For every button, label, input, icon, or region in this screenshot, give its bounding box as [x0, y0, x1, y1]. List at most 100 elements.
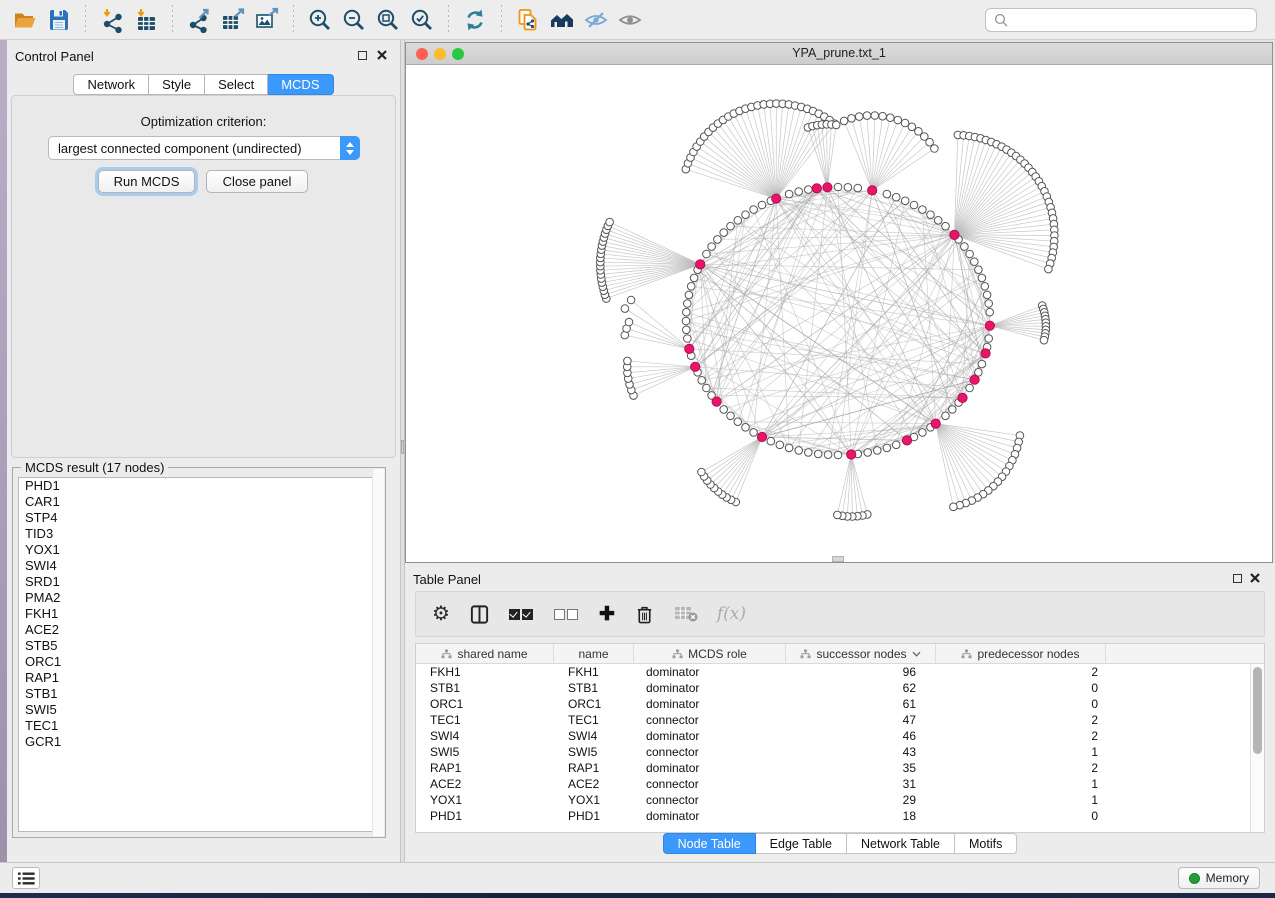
function-builder-button[interactable]: f(x): [717, 601, 746, 627]
column-header-name[interactable]: name: [554, 644, 634, 663]
mcds-list-item[interactable]: TID3: [19, 526, 379, 542]
mcds-list-item[interactable]: SRD1: [19, 574, 379, 590]
memory-button[interactable]: Memory: [1178, 867, 1260, 889]
network-titlebar[interactable]: YPA_prune.txt_1: [406, 43, 1272, 65]
criterion-select[interactable]: largest connected component (undirected): [48, 136, 360, 160]
mcds-list-item[interactable]: YOX1: [19, 542, 379, 558]
show-columns-button[interactable]: [469, 601, 490, 627]
table-row[interactable]: SWI5SWI5connector431: [416, 744, 1264, 760]
mcds-list-item[interactable]: ACE2: [19, 622, 379, 638]
table-row[interactable]: STB1STB1dominator620: [416, 680, 1264, 696]
tab-style[interactable]: Style: [149, 74, 205, 95]
column-header-successor-nodes[interactable]: successor nodes: [786, 644, 936, 663]
table-cell: RAP1: [554, 760, 634, 776]
select-all-button[interactable]: [509, 601, 535, 627]
select-stepper-icon: [340, 136, 360, 160]
column-header-shared-name[interactable]: shared name: [416, 644, 554, 663]
close-panel-icon[interactable]: [1249, 572, 1261, 584]
table-cell: dominator: [634, 808, 786, 824]
task-history-button[interactable]: [12, 867, 40, 889]
table-row[interactable]: RAP1RAP1dominator352: [416, 760, 1264, 776]
zoom-in-button[interactable]: [303, 4, 337, 36]
mcds-list-item[interactable]: PHD1: [19, 478, 379, 494]
network-canvas[interactable]: [406, 65, 1272, 562]
show-all-button[interactable]: [613, 4, 647, 36]
search-input[interactable]: [1014, 12, 1248, 28]
float-panel-icon[interactable]: [1233, 574, 1242, 583]
splitter-grip[interactable]: [401, 440, 404, 454]
mcds-list-item[interactable]: TEC1: [19, 718, 379, 734]
deselect-all-button[interactable]: [554, 601, 580, 627]
result-scrollbar[interactable]: [372, 469, 384, 836]
mcds-list-item[interactable]: STB5: [19, 638, 379, 654]
save-session-button[interactable]: [42, 4, 76, 36]
tab-edge-table[interactable]: Edge Table: [756, 833, 847, 854]
mcds-result-title: MCDS result (17 nodes): [21, 460, 168, 475]
column-settings-button[interactable]: ⚙: [432, 601, 450, 627]
mcds-result-list[interactable]: PHD1CAR1STP4TID3YOX1SWI4SRD1PMA2FKH1ACE2…: [18, 477, 380, 832]
table-cell: 0: [936, 680, 1106, 696]
float-panel-icon[interactable]: [358, 51, 367, 60]
table-cell: dominator: [634, 728, 786, 744]
import-table-button[interactable]: [129, 4, 163, 36]
hide-selected-button[interactable]: [579, 4, 613, 36]
table-scrollbar[interactable]: [1250, 664, 1264, 832]
mcds-list-item[interactable]: SWI5: [19, 702, 379, 718]
houses-icon: [549, 7, 575, 33]
horizontal-splitter-grip[interactable]: [832, 556, 844, 562]
mcds-list-item[interactable]: SWI4: [19, 558, 379, 574]
mcds-list-item[interactable]: STB1: [19, 686, 379, 702]
search-box[interactable]: [985, 8, 1257, 32]
column-header-predecessor-nodes[interactable]: predecessor nodes: [936, 644, 1106, 663]
zoom-selected-button[interactable]: [405, 4, 439, 36]
table-cell: STB1: [416, 680, 554, 696]
first-neighbors-button[interactable]: [545, 4, 579, 36]
table-cell: SWI5: [554, 744, 634, 760]
table-cell: 29: [786, 792, 936, 808]
run-mcds-button[interactable]: Run MCDS: [98, 170, 195, 193]
column-header-MCDS-role[interactable]: MCDS role: [634, 644, 786, 663]
zoom-fit-button[interactable]: [371, 4, 405, 36]
tab-network-table[interactable]: Network Table: [847, 833, 955, 854]
tab-select[interactable]: Select: [205, 74, 268, 95]
shared-column-icon: [441, 649, 452, 659]
mcds-list-item[interactable]: PMA2: [19, 590, 379, 606]
table-cell: connector: [634, 776, 786, 792]
refresh-layout-button[interactable]: [458, 4, 492, 36]
zoom-out-button[interactable]: [337, 4, 371, 36]
table-row[interactable]: ORC1ORC1dominator610: [416, 696, 1264, 712]
export-network-button[interactable]: [182, 4, 216, 36]
column-label: MCDS role: [688, 647, 747, 661]
import-network-button[interactable]: [95, 4, 129, 36]
export-table-button[interactable]: [216, 4, 250, 36]
mcds-list-item[interactable]: FKH1: [19, 606, 379, 622]
table-row[interactable]: PHD1PHD1dominator180: [416, 808, 1264, 824]
table-row[interactable]: TEC1TEC1connector472: [416, 712, 1264, 728]
mcds-list-item[interactable]: ORC1: [19, 654, 379, 670]
table-row[interactable]: ACE2ACE2connector311: [416, 776, 1264, 792]
table-row[interactable]: FKH1FKH1dominator962: [416, 664, 1264, 680]
delete-column-button[interactable]: [634, 601, 655, 627]
tab-mcds[interactable]: MCDS: [268, 74, 333, 95]
sort-chevron-icon[interactable]: [912, 651, 921, 657]
close-panel-icon[interactable]: [376, 49, 388, 61]
table-row[interactable]: SWI4SWI4dominator462: [416, 728, 1264, 744]
clone-network-button[interactable]: [511, 4, 545, 36]
tab-network[interactable]: Network: [73, 74, 149, 95]
mcds-list-item[interactable]: GCR1: [19, 734, 379, 750]
network-graph[interactable]: [406, 65, 1272, 562]
delete-table-button[interactable]: [674, 601, 698, 627]
table-row[interactable]: YOX1YOX1connector291: [416, 792, 1264, 808]
open-session-button[interactable]: [8, 4, 42, 36]
tab-motifs[interactable]: Motifs: [955, 833, 1017, 854]
close-panel-button[interactable]: Close panel: [206, 170, 308, 193]
mcds-list-item[interactable]: RAP1: [19, 670, 379, 686]
import-network-icon: [99, 7, 125, 33]
mcds-list-item[interactable]: STP4: [19, 510, 379, 526]
export-image-button[interactable]: [250, 4, 284, 36]
scrollbar-thumb[interactable]: [1253, 667, 1262, 754]
add-column-button[interactable]: ✚: [599, 601, 615, 627]
tab-node-table[interactable]: Node Table: [663, 833, 756, 854]
mcds-list-item[interactable]: CAR1: [19, 494, 379, 510]
table-cell: 35: [786, 760, 936, 776]
